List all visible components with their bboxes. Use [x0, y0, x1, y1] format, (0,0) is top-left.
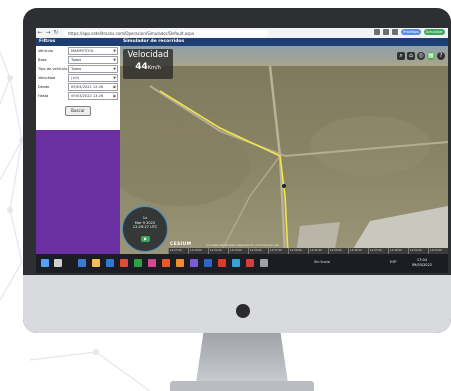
windows-start-icon[interactable] [41, 259, 49, 267]
help-icon[interactable]: ? [437, 52, 445, 60]
timeline-tick: 12:29:00 [188, 248, 208, 254]
monitor-chin [23, 275, 451, 333]
browser-extensions: Procesos Actualizar [374, 29, 445, 35]
filter-row-to: Hasta 09/03/2022 13:26 ▣ [36, 92, 120, 100]
globe-icon[interactable]: ◎ [417, 52, 425, 60]
from-date-input[interactable]: 09/03/2022 12:26 ▣ [68, 83, 118, 91]
speed-title: Velocidad [127, 50, 169, 60]
chevron-down-icon: ▼ [113, 67, 116, 71]
actualizar-chip[interactable]: Actualizar [423, 29, 445, 35]
to-date-input[interactable]: 09/03/2022 13:26 ▣ [68, 92, 118, 100]
speed-value: 44Km/h [135, 62, 161, 72]
sidebar-panel-bottom [36, 130, 120, 254]
timeline-tick: 12:47:00 [368, 248, 388, 254]
play-button[interactable]: ▶︎ [141, 236, 150, 242]
task-view-icon[interactable] [78, 259, 86, 267]
cesium-logo: CESIUM [170, 242, 192, 247]
speed-unit: Km/h [147, 65, 161, 71]
weather-status[interactable]: Sin lluvia [314, 260, 330, 264]
timeline-tick: 12:43:00 [328, 248, 348, 254]
firefox-icon[interactable] [176, 259, 184, 267]
filter-label: Base [38, 58, 47, 62]
language-indicator[interactable]: ESP [390, 260, 397, 264]
search-icon[interactable]: ⌕ [397, 52, 405, 60]
timeline-tick: 12:53:00 [428, 248, 448, 254]
teams-icon[interactable] [190, 259, 198, 267]
chrome-icon[interactable] [120, 259, 128, 267]
home-icon[interactable]: ⌂ [407, 52, 415, 60]
powerpoint-icon[interactable] [162, 259, 170, 267]
screen: ← → ↻ https://app.satelitracks.com/Opera… [36, 28, 448, 273]
puzzle-icon[interactable] [392, 29, 399, 35]
filters-panel: Filtros Vehículo MAMPSTOOL ▼ Base Todos ▼ … [36, 38, 120, 254]
calendar-icon[interactable]: ▣ [113, 93, 116, 99]
search-button[interactable]: Buscar [65, 106, 91, 116]
address-bar[interactable]: https://app.satelitracks.com/Operacion/S… [64, 29, 268, 37]
app-icon-3[interactable] [260, 259, 268, 267]
filters-title: Filtros [36, 38, 120, 46]
map-toolbar: ⌕ ⌂ ◎ ▦ ? [397, 52, 445, 60]
extension-icon[interactable] [374, 29, 381, 35]
skype-icon[interactable] [232, 259, 240, 267]
map-credits[interactable]: ion Data attribution Upgrade for commerc… [206, 243, 279, 247]
chevron-down-icon: ▼ [113, 76, 116, 80]
playback-time: 12:29:27 UTC [132, 225, 158, 229]
filter-row-vehicle-type: Tipo de vehículo Todos ▼ [36, 65, 120, 73]
filter-row-from: Desde 09/03/2022 12:26 ▣ [36, 83, 120, 91]
layers-icon[interactable]: ▦ [427, 52, 435, 60]
timeline-tick: 12:35:00 [248, 248, 268, 254]
playback-speed: 1x [142, 216, 148, 220]
taskbar: Sin lluvia ESP 17:04 09/03/2022 [36, 254, 448, 273]
filter-label: Hasta [38, 94, 49, 98]
taskbar-clock[interactable]: 17:04 09/03/2022 [412, 258, 432, 268]
speed-indicator: Velocidad 44Km/h [123, 49, 173, 79]
playback-gauge[interactable]: 1x Mar 9 2022 12:29:27 UTC ▶︎ [122, 206, 168, 252]
acrobat-icon[interactable] [218, 259, 226, 267]
timeline-tick: 12:41:00 [308, 248, 328, 254]
timeline-tick: 12:51:00 [408, 248, 428, 254]
timeline-tick: 12:37:00 [268, 248, 288, 254]
app-icon[interactable] [148, 259, 156, 267]
monitor-stand [196, 333, 288, 383]
monitor-stand-base [170, 381, 314, 391]
filter-label: Desde [38, 85, 50, 89]
timeline-tick: 12:33:00 [228, 248, 248, 254]
timeline[interactable]: 12:27:00 12:29:00 12:31:00 12:33:00 12:3… [168, 248, 448, 254]
vehicle-type-select[interactable]: Todos ▼ [68, 65, 118, 73]
speed-select[interactable]: (>0) ▼ [68, 74, 118, 82]
filter-label: Tipo de vehículo [38, 67, 68, 71]
excel-icon[interactable] [134, 259, 142, 267]
monitor-power-dot [236, 304, 250, 318]
filter-row-base: Base Todos ▼ [36, 56, 120, 64]
file-explorer-icon[interactable] [92, 259, 100, 267]
base-select[interactable]: Todos ▼ [68, 56, 118, 64]
route-simulator: Simulador de recorridos Velocidad 44Km/h… [120, 38, 448, 254]
procesos-chip[interactable]: Procesos [401, 29, 421, 35]
chevron-down-icon: ▼ [113, 58, 116, 62]
vehicle-select[interactable]: MAMPSTOOL ▼ [68, 47, 118, 55]
filter-label: Vehículo [38, 49, 54, 53]
filter-row-vehicle: Vehículo MAMPSTOOL ▼ [36, 47, 120, 55]
chevron-down-icon: ▼ [113, 49, 116, 53]
forward-icon[interactable]: → [44, 28, 52, 38]
edge-icon[interactable] [106, 259, 114, 267]
timeline-tick: 12:31:00 [208, 248, 228, 254]
reload-icon[interactable]: ↻ [52, 28, 60, 38]
word-icon[interactable] [204, 259, 212, 267]
star-icon[interactable] [383, 29, 390, 35]
timeline-tick: 12:49:00 [388, 248, 408, 254]
search-icon[interactable] [54, 259, 62, 267]
timeline-tick: 12:45:00 [348, 248, 368, 254]
timeline-tick: 12:39:00 [288, 248, 308, 254]
simulator-title: Simulador de recorridos [120, 38, 448, 46]
filter-label: Velocidad [38, 76, 56, 80]
app-icon-2[interactable] [246, 259, 254, 267]
back-icon[interactable]: ← [36, 28, 44, 38]
calendar-icon[interactable]: ▣ [113, 84, 116, 90]
filter-row-speed: Velocidad (>0) ▼ [36, 74, 120, 82]
timeline-tick: 12:27:00 [168, 248, 188, 254]
